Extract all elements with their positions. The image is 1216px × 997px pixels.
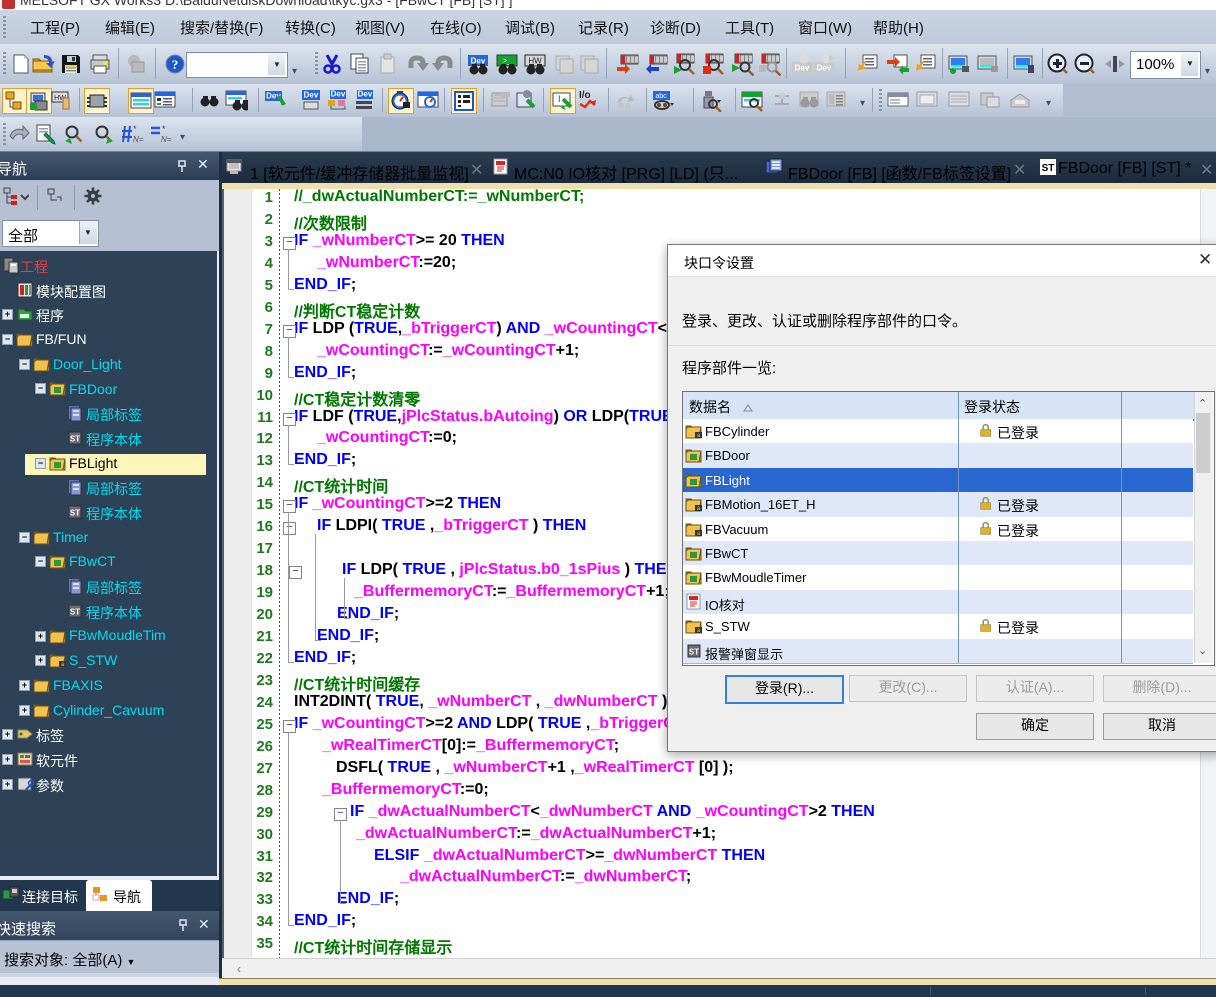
svg-text:Dev: Dev <box>304 91 319 100</box>
svg-text:*: * <box>133 124 137 134</box>
svg-text:*: * <box>162 124 166 134</box>
svg-text:>_: >_ <box>503 58 511 65</box>
svg-text:ST: ST <box>1042 163 1055 174</box>
svg-text:ST: ST <box>689 647 699 656</box>
svg-text:abc: abc <box>655 93 667 100</box>
svg-text:Dev: Dev <box>358 90 373 99</box>
svg-text:N=: N= <box>133 135 144 144</box>
svg-text:Dev: Dev <box>795 64 810 73</box>
svg-text:N=: N= <box>161 135 172 144</box>
svg-text:Dev: Dev <box>331 90 346 99</box>
svg-text:ST: ST <box>70 608 80 617</box>
svg-text:I: I <box>558 94 561 104</box>
svg-text:Dev: Dev <box>817 64 832 73</box>
svg-text:ST: ST <box>70 435 80 444</box>
svg-text:I/o: I/o <box>579 90 591 101</box>
svg-text:?: ? <box>172 57 179 72</box>
svg-text:ST: ST <box>70 509 80 518</box>
